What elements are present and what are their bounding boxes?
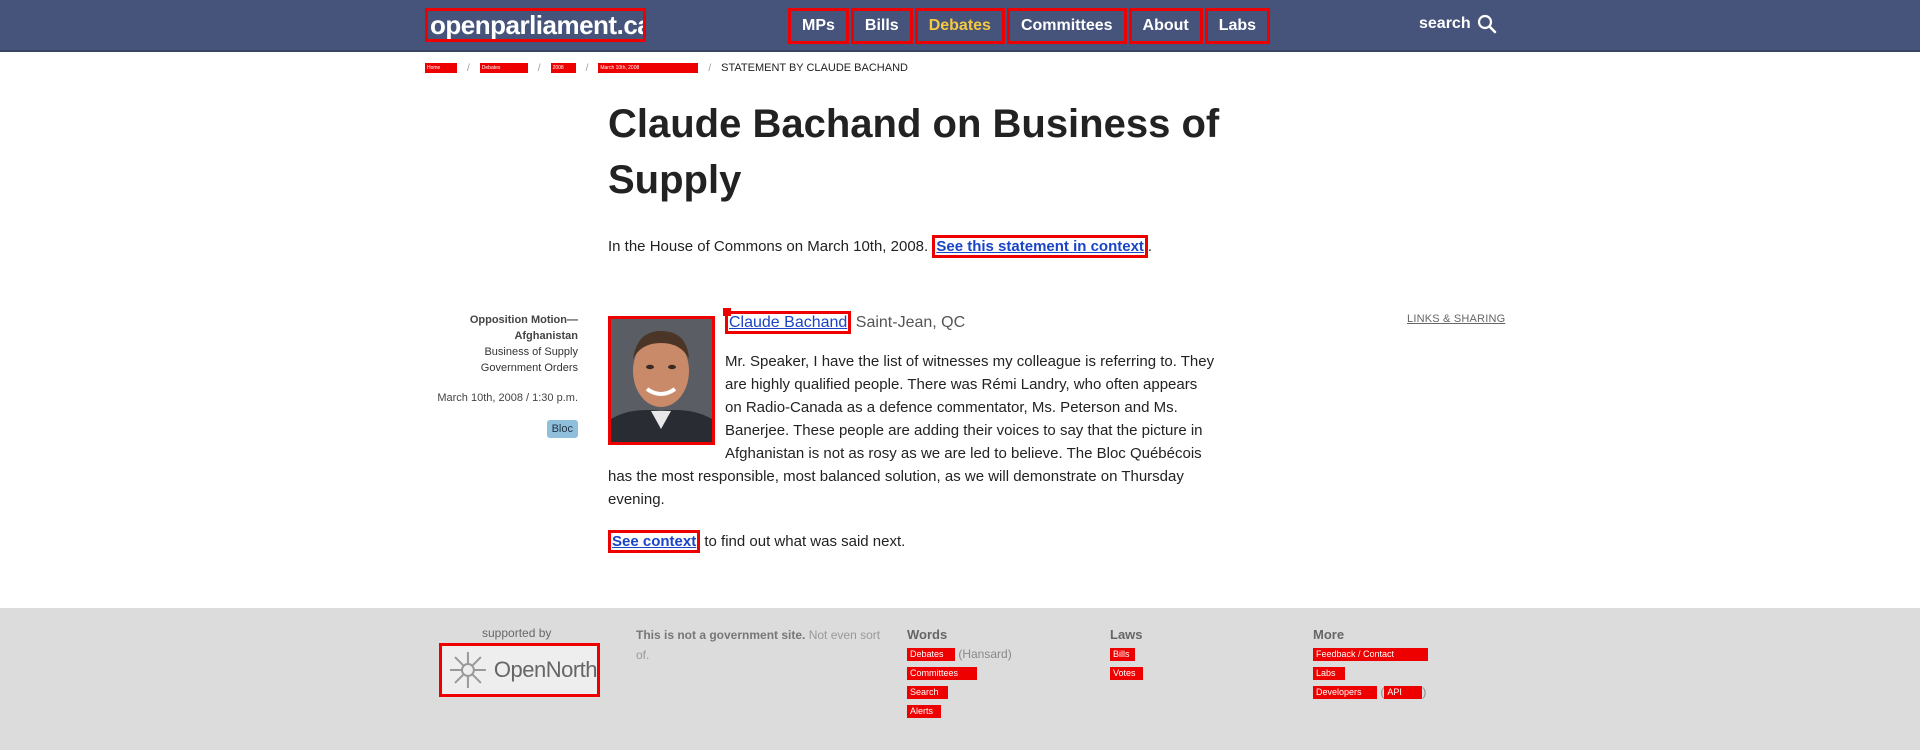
context-suffix: to find out what was said next. [704,533,906,550]
search-button[interactable]: search [1419,14,1497,34]
opennorth-logo[interactable]: OpenNorth [439,643,600,697]
see-in-context-link[interactable]: See this statement in context [932,235,1148,258]
footer-more: More Feedback / Contact Labs Developers … [1313,625,1428,702]
breadcrumb-separator: / [537,62,541,74]
footer-link-api[interactable]: API [1384,686,1423,700]
party-badge: Bloc [546,420,578,438]
nav-about[interactable]: About [1128,8,1203,44]
breadcrumb-year[interactable]: 2008 [550,63,576,73]
page-title: Claude Bachand on Business of Supply [608,102,1220,202]
search-label: search [1419,15,1471,32]
footer-link-labs[interactable]: Labs [1313,667,1345,681]
intro-suffix: . [1147,238,1153,255]
footer-heading-words: Words [907,627,948,642]
nav-debates[interactable]: Debates [914,8,1005,44]
breadcrumb-home[interactable]: Home [425,63,457,73]
main-nav: MPs Bills Debates Committees About Labs [788,8,1272,44]
see-context-link[interactable]: See context [608,530,701,553]
footer-link-committees[interactable]: Committees [907,667,977,681]
footer-link-developers[interactable]: Developers [1313,686,1377,700]
breadcrumb-date[interactable]: March 10th, 2008 [598,63,699,73]
statement-text: Mr. Speaker, I have the list of witnesse… [608,350,1218,511]
not-government-notice: This is not a government site. Not even … [636,625,886,665]
footer-link-alerts[interactable]: Alerts [907,705,941,719]
nav-committees[interactable]: Committees [1006,8,1127,44]
footer-words: Words Debates (Hansard) Committees Searc… [907,625,1012,721]
speaker-name-link[interactable]: Claude Bachand [725,311,852,334]
nav-labs[interactable]: Labs [1204,8,1271,44]
supported-by-label: supported by [482,626,552,640]
breadcrumb-separator: / [585,62,589,74]
site-logo[interactable]: openparliament.ca [425,8,646,42]
context-line: See context to find out what was said ne… [608,530,906,553]
breadcrumb: Home / Debates / 2008 / March 10th, 2008… [425,62,908,74]
statement-date[interactable]: March 10th, 2008 / 1:30 p.m. [430,390,578,406]
search-icon [1477,14,1496,34]
speaker-line: Claude Bachand Saint-Jean, QC [723,308,966,334]
photo-float-spacer [608,350,725,446]
breadcrumb-separator: / [708,62,712,74]
hansard-note: (Hansard) [958,647,1012,661]
breadcrumb-debates[interactable]: Debates [479,63,528,73]
breadcrumb-current: STATEMENT BY CLAUDE BACHAND [721,62,908,74]
footer-link-feedback[interactable]: Feedback / Contact [1313,648,1428,662]
footer-link-search[interactable]: Search [907,686,948,700]
debate-section[interactable]: Government Orders [430,360,578,376]
nav-mps[interactable]: MPs [788,8,849,44]
footer-heading-more: More [1313,627,1345,642]
footer-heading-laws: Laws [1110,627,1143,642]
links-sharing-link[interactable]: LINKS & SHARING [1407,313,1505,325]
api-paren-close: ) [1422,685,1427,699]
intro-text: In the House of Commons on March 10th, 2… [608,238,929,255]
notgov-bold: This is not a government site. [636,628,806,642]
breadcrumb-separator: / [467,62,470,74]
intro-line: In the House of Commons on March 10th, 2… [608,235,1153,258]
debate-subtopic[interactable]: Business of Supply [430,344,578,360]
footer-laws: Laws Bills Votes [1110,625,1143,683]
statement-sidebar: Opposition Motion—Afghanistan Business o… [430,312,578,438]
footer-link-votes[interactable]: Votes [1110,667,1143,681]
speaker-marker [723,308,731,316]
footer-link-bills[interactable]: Bills [1110,648,1135,662]
debate-topic[interactable]: Opposition Motion—Afghanistan [430,312,578,344]
footer-link-debates[interactable]: Debates [907,648,955,662]
opennorth-star-icon [449,652,486,688]
opennorth-wordmark: OpenNorth [493,657,598,682]
speaker-riding: Saint-Jean, QC [855,314,966,331]
nav-bills[interactable]: Bills [850,8,913,44]
